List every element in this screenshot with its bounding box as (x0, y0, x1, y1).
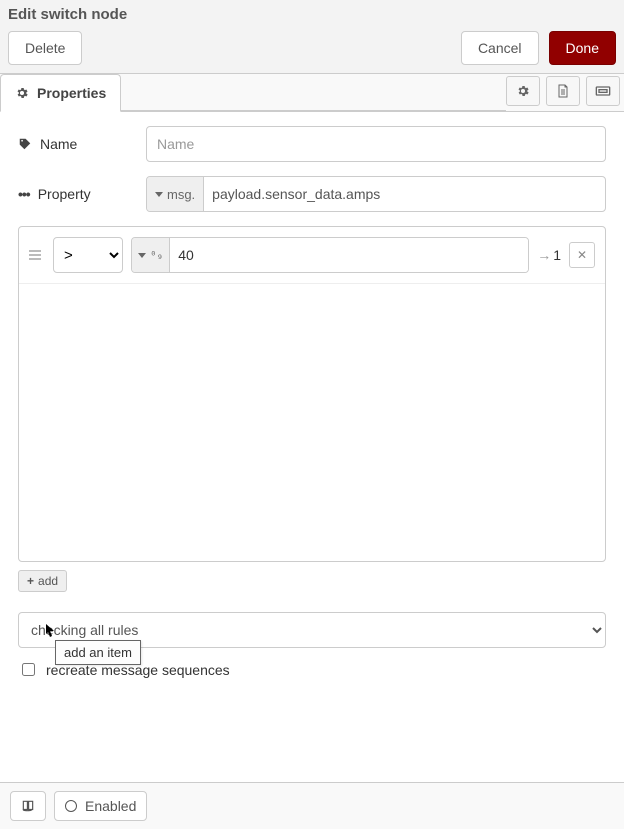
enabled-toggle[interactable]: Enabled (54, 791, 147, 821)
add-label: add (38, 574, 58, 588)
drag-handle-icon[interactable] (29, 249, 45, 261)
rules-container: > ⁰₉ →1 ✕ (18, 226, 606, 562)
enabled-label: Enabled (85, 798, 136, 814)
dialog-title: Edit switch node (8, 6, 616, 23)
settings-tab-icon[interactable] (506, 76, 540, 106)
close-icon: ✕ (577, 248, 587, 262)
property-label: Property (38, 186, 91, 202)
file-icon (557, 84, 569, 98)
add-rule-button[interactable]: + add (18, 570, 67, 592)
cancel-button[interactable]: Cancel (461, 31, 539, 65)
delete-rule-button[interactable]: ✕ (569, 242, 595, 268)
docs-button[interactable] (10, 791, 46, 821)
recreate-checkbox[interactable] (22, 663, 35, 676)
caret-down-icon (138, 253, 146, 258)
circle-icon (65, 800, 77, 812)
tag-icon (18, 137, 32, 151)
number-type-icon: ⁰₉ (150, 249, 163, 262)
caret-down-icon (155, 192, 163, 197)
gear-icon (516, 84, 530, 98)
rule-row: > ⁰₉ →1 ✕ (19, 227, 605, 284)
property-prefix-label: msg. (167, 187, 195, 202)
gear-icon (15, 86, 29, 100)
rule-value-input[interactable]: ⁰₉ (131, 237, 529, 273)
output-indicator: →1 (537, 247, 561, 263)
book-icon (21, 799, 35, 813)
plus-icon: + (27, 574, 34, 588)
add-tooltip: add an item (55, 640, 141, 665)
description-tab-icon[interactable] (546, 76, 580, 106)
property-value[interactable]: payload.sensor_data.amps (204, 177, 605, 211)
tab-label: Properties (37, 85, 106, 101)
property-input[interactable]: msg. payload.sensor_data.amps (146, 176, 606, 212)
tab-properties[interactable]: Properties (0, 74, 121, 112)
rule-value-field[interactable] (170, 238, 528, 272)
operator-select[interactable]: > (53, 237, 123, 273)
done-button[interactable]: Done (549, 31, 616, 65)
value-type-dropdown[interactable]: ⁰₉ (132, 238, 170, 272)
property-type-dropdown[interactable]: msg. (147, 177, 204, 211)
appearance-tab-icon[interactable] (586, 76, 620, 106)
appearance-icon (595, 84, 611, 98)
name-label: Name (40, 136, 77, 152)
delete-button[interactable]: Delete (8, 31, 82, 65)
ellipsis-icon: ••• (18, 186, 30, 202)
name-input[interactable] (146, 126, 606, 162)
